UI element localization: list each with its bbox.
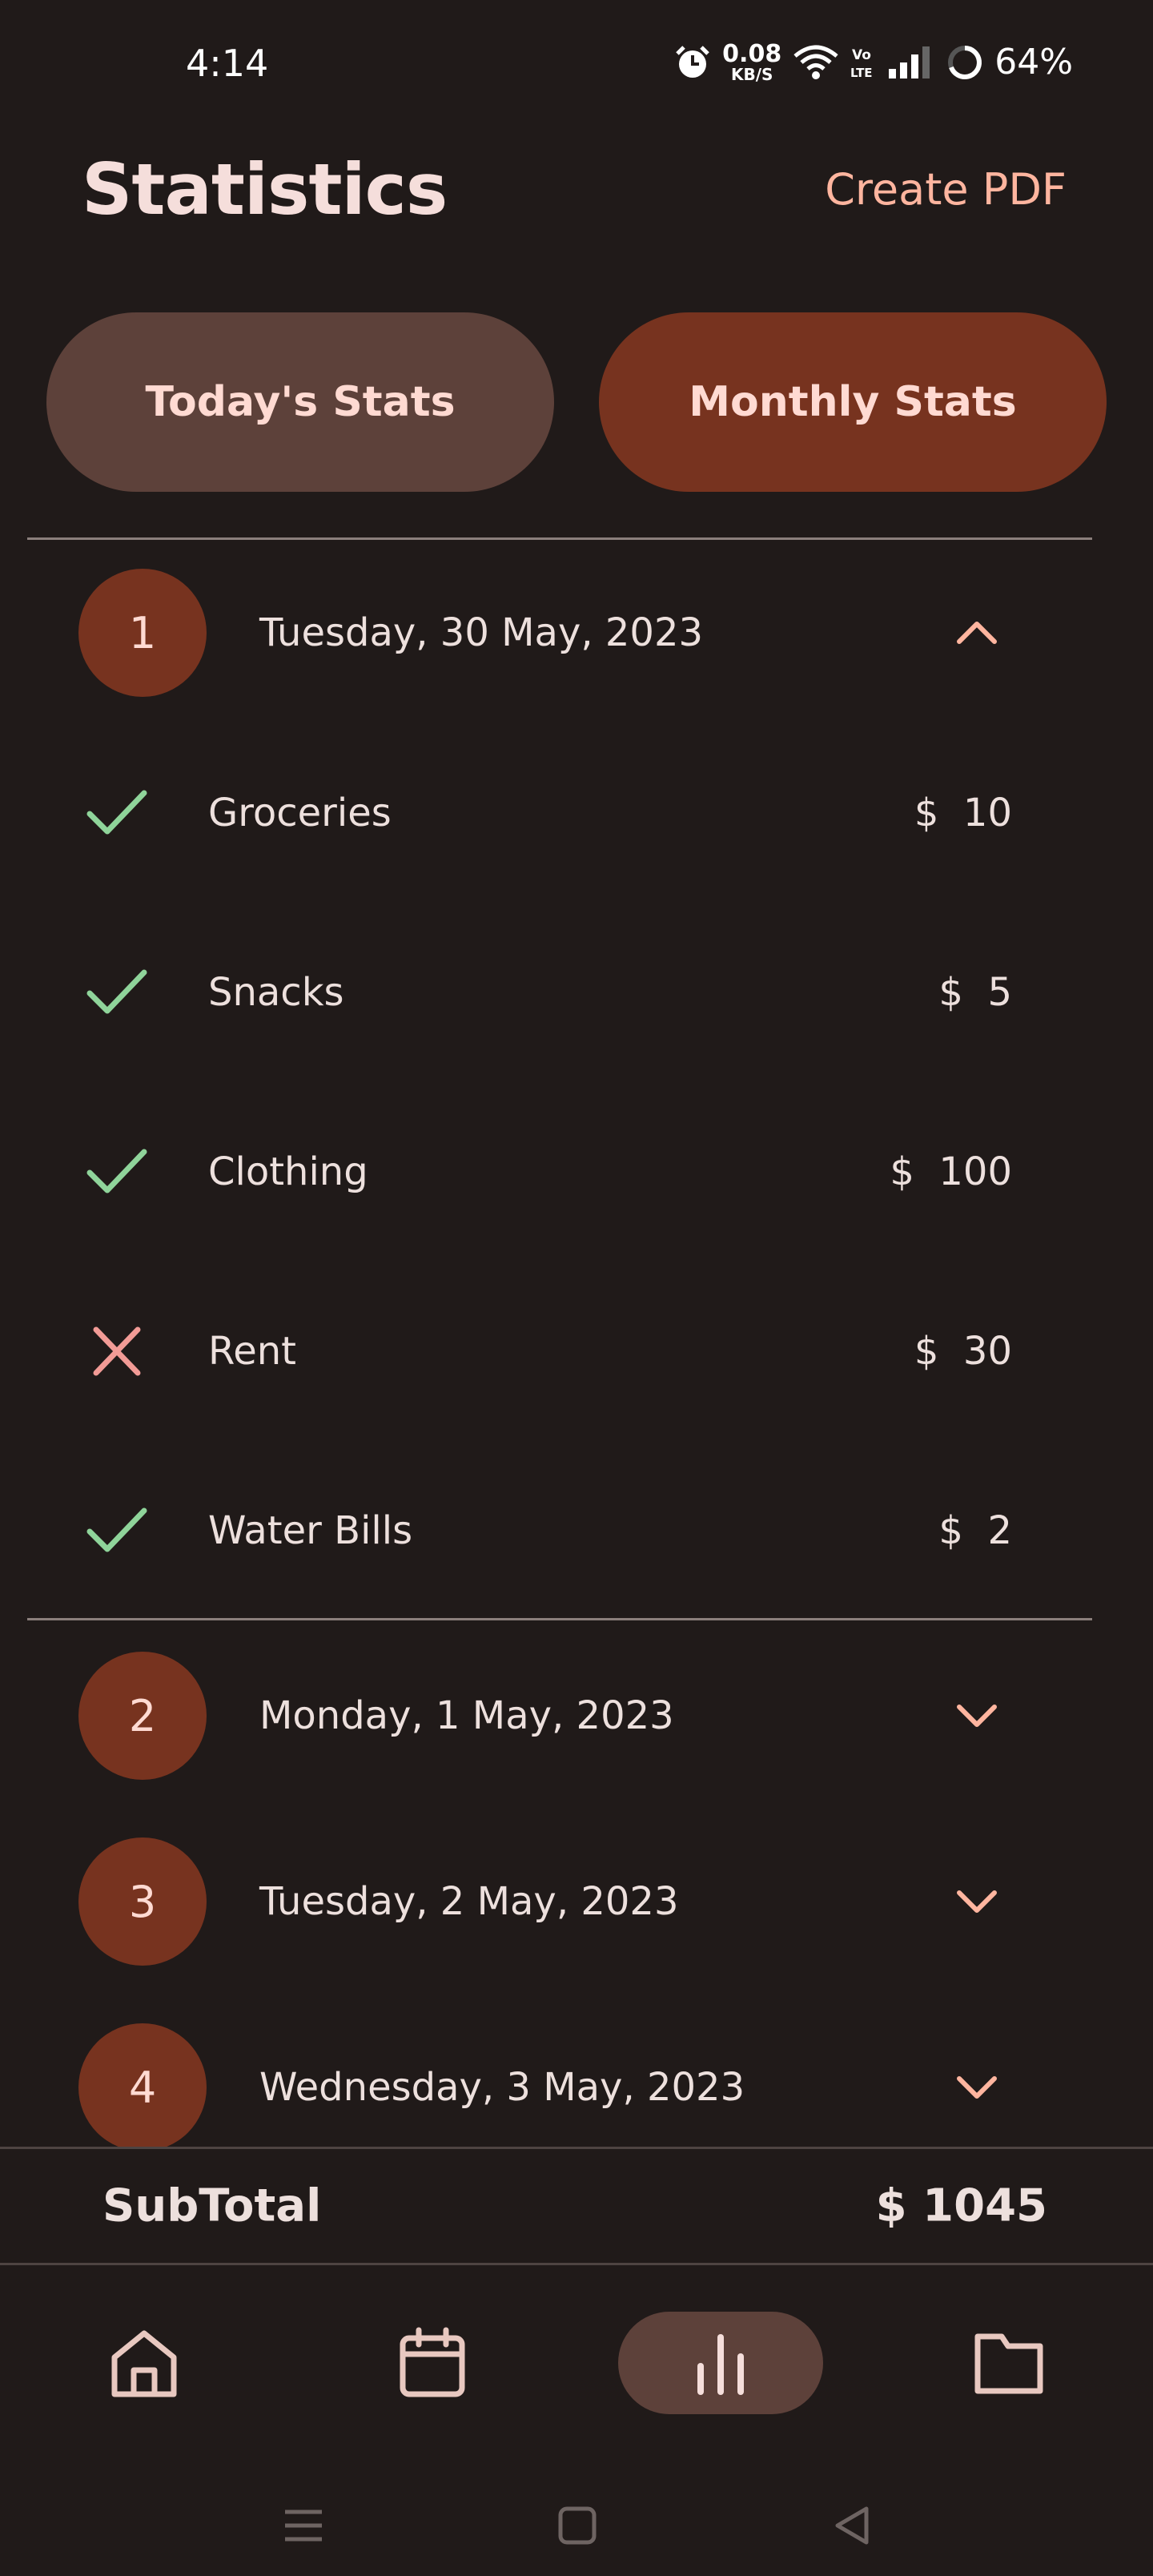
subtotal-label: SubTotal [102,2180,322,2232]
back-button[interactable] [825,2498,881,2554]
system-nav-bar [0,2475,1153,2576]
expense-name: Water Bills [208,1508,413,1553]
divider [27,537,1092,540]
chevron-up-icon[interactable] [954,619,999,646]
check-icon [86,969,147,1014]
battery-icon [946,44,983,81]
day-date-label: Monday, 1 May, 2023 [259,1693,674,1738]
day-date-label: Tuesday, 2 May, 2023 [259,1879,679,1924]
signal-icon [887,45,935,80]
nav-calendar[interactable] [330,2312,535,2414]
status-time: 4:14 [186,42,269,85]
day-index-badge: 2 [78,1652,207,1780]
net-speed: 0.08 KB/S [722,39,782,84]
divider [27,1618,1092,1620]
expense-amount: $ 30 [914,1329,1012,1374]
volte-icon: Vo LTE [850,45,876,80]
create-pdf-button[interactable]: Create PDF [825,164,1067,215]
day-index-badge: 1 [78,569,207,697]
recents-button[interactable] [275,2498,331,2554]
battery-percent: 64% [994,42,1073,83]
back-triangle-icon [835,2506,869,2545]
expense-item[interactable]: Clothing $ 100 [0,1120,1153,1224]
expense-item[interactable]: Snacks $ 5 [0,940,1153,1044]
day-row-4[interactable]: 4 Wednesday, 3 May, 2023 [0,2023,1153,2151]
check-icon [86,1149,147,1193]
status-icons: 0.08 KB/S Vo LTE 64% [674,42,1073,83]
day-index-badge: 4 [78,2023,207,2151]
alarm-icon [674,44,711,81]
expense-item[interactable]: Water Bills $ 2 [0,1479,1153,1583]
chevron-down-icon[interactable] [954,2074,999,2101]
status-bar: 4:14 0.08 KB/S Vo LTE 64% [0,0,1153,136]
expense-amount: $ 2 [938,1508,1012,1553]
day-index-badge: 3 [78,1837,207,1966]
expense-name: Groceries [208,791,392,835]
square-icon [558,2506,597,2545]
tab-todays-stats[interactable]: Today's Stats [46,312,554,492]
expense-amount: $ 100 [890,1149,1012,1194]
nav-home[interactable] [42,2312,247,2414]
bottom-nav [0,2267,1153,2475]
wifi-icon [793,45,839,80]
svg-text:Vo: Vo [852,47,871,63]
expense-name: Snacks [208,970,344,1015]
chevron-down-icon[interactable] [954,1888,999,1915]
day-date-label: Wednesday, 3 May, 2023 [259,2065,745,2110]
expense-amount: $ 5 [938,970,1012,1015]
home-system-button[interactable] [549,2498,605,2554]
day-row-1[interactable]: 1 Tuesday, 30 May, 2023 [0,569,1153,697]
day-date-label: Tuesday, 30 May, 2023 [259,610,704,655]
page-title: Statistics [82,148,448,231]
tab-monthly-stats[interactable]: Monthly Stats [599,312,1107,492]
expense-name: Clothing [208,1149,368,1194]
nav-folder[interactable] [906,2312,1111,2414]
folder-icon [974,2333,1043,2394]
check-icon [86,790,147,835]
chevron-down-icon[interactable] [954,1702,999,1729]
day-row-2[interactable]: 2 Monday, 1 May, 2023 [0,1652,1153,1780]
bar-chart-icon [697,2334,744,2395]
subtotal-bar: SubTotal $ 1045 [0,2147,1153,2265]
expense-amount: $ 10 [914,791,1012,835]
nav-statistics[interactable] [618,2312,823,2414]
expense-item[interactable]: Rent $ 30 [0,1299,1153,1403]
expense-name: Rent [208,1329,296,1374]
svg-text:LTE: LTE [850,66,873,80]
calendar-icon [400,2327,465,2397]
expense-item[interactable]: Groceries $ 10 [0,761,1153,865]
day-row-3[interactable]: 3 Tuesday, 2 May, 2023 [0,1837,1153,1966]
subtotal-value: $ 1045 [875,2180,1047,2232]
cross-icon [93,1326,141,1376]
home-icon [111,2330,177,2397]
check-icon [86,1507,147,1552]
menu-icon [285,2510,322,2542]
